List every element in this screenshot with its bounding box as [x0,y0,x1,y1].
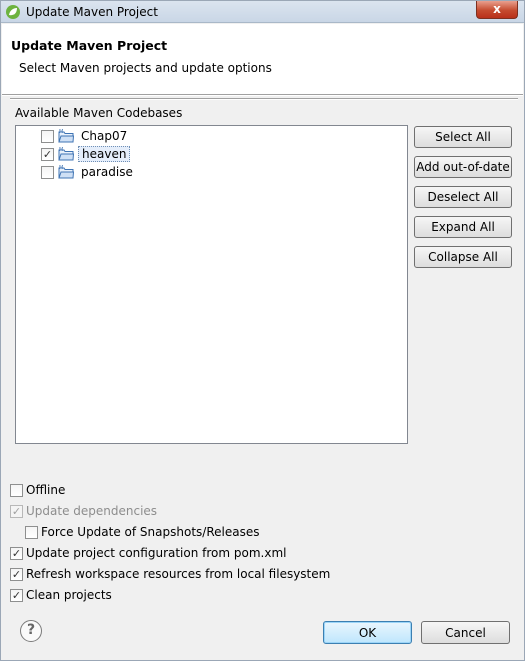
clean-projects-option[interactable]: ✓ Clean projects [10,587,112,603]
dialog-header: Update Maven Project Select Maven projec… [2,24,523,94]
tree-item-heaven[interactable]: ✓ M heaven [41,145,131,163]
cancel-button[interactable]: Cancel [421,621,510,644]
update-maven-project-dialog: Update Maven Project x Update Maven Proj… [0,0,525,661]
update-config-checkbox[interactable]: ✓ [10,546,23,560]
update-dependencies-label: Update dependencies [26,504,158,518]
codebases-label: Available Maven Codebases [15,106,183,120]
offline-checkbox[interactable] [10,483,23,497]
maven-folder-icon: M [58,129,75,143]
header-separator [2,94,523,96]
help-icon[interactable]: ? [20,620,42,642]
update-config-label: Update project configuration from pom.xm… [26,546,287,560]
update-dependencies-option: ✓ Update dependencies [10,503,157,519]
spring-leaf-icon [5,4,21,20]
header-subtitle: Select Maven projects and update options [19,61,272,75]
update-config-option[interactable]: ✓ Update project configuration from pom.… [10,545,286,561]
clean-projects-label: Clean projects [26,588,112,602]
add-out-of-date-button[interactable]: Add out-of-date [414,156,512,178]
tree-item-paradise[interactable]: M paradise [41,163,136,181]
maven-folder-icon: M [58,165,75,179]
refresh-workspace-label: Refresh workspace resources from local f… [26,567,331,581]
offline-label: Offline [26,483,66,497]
close-icon: x [493,2,501,16]
tree-item-label: heaven [78,146,131,162]
ok-button[interactable]: OK [323,621,412,644]
force-update-label: Force Update of Snapshots/Releases [41,525,260,539]
close-button[interactable]: x [476,1,518,19]
select-all-button[interactable]: Select All [414,126,512,148]
deselect-all-button[interactable]: Deselect All [414,186,512,208]
refresh-workspace-option[interactable]: ✓ Refresh workspace resources from local… [10,566,330,582]
window-title: Update Maven Project [26,5,158,19]
tree-item-chap07[interactable]: M Chap07 [41,127,130,145]
expand-all-button[interactable]: Expand All [414,216,512,238]
svg-text:M: M [59,147,63,153]
clean-projects-checkbox[interactable]: ✓ [10,588,23,602]
content-separator [10,98,518,100]
force-update-checkbox[interactable] [25,525,38,539]
collapse-all-button[interactable]: Collapse All [414,246,512,268]
svg-text:M: M [59,165,63,171]
title-bar[interactable]: Update Maven Project x [1,1,524,23]
tree-item-label: paradise [81,165,133,179]
svg-text:M: M [59,129,63,135]
codebases-tree[interactable]: M Chap07 ✓ M heaven M paradise [15,125,408,444]
maven-folder-icon: M [58,147,75,161]
update-dependencies-checkbox: ✓ [10,504,23,518]
header-title: Update Maven Project [11,38,168,53]
tree-item-checkbox[interactable] [41,129,54,143]
offline-option[interactable]: Offline [10,482,65,498]
force-update-option[interactable]: Force Update of Snapshots/Releases [25,524,259,540]
tree-item-checkbox[interactable]: ✓ [41,147,54,161]
refresh-workspace-checkbox[interactable]: ✓ [10,567,23,581]
tree-item-checkbox[interactable] [41,165,54,179]
tree-item-label: Chap07 [81,129,128,143]
